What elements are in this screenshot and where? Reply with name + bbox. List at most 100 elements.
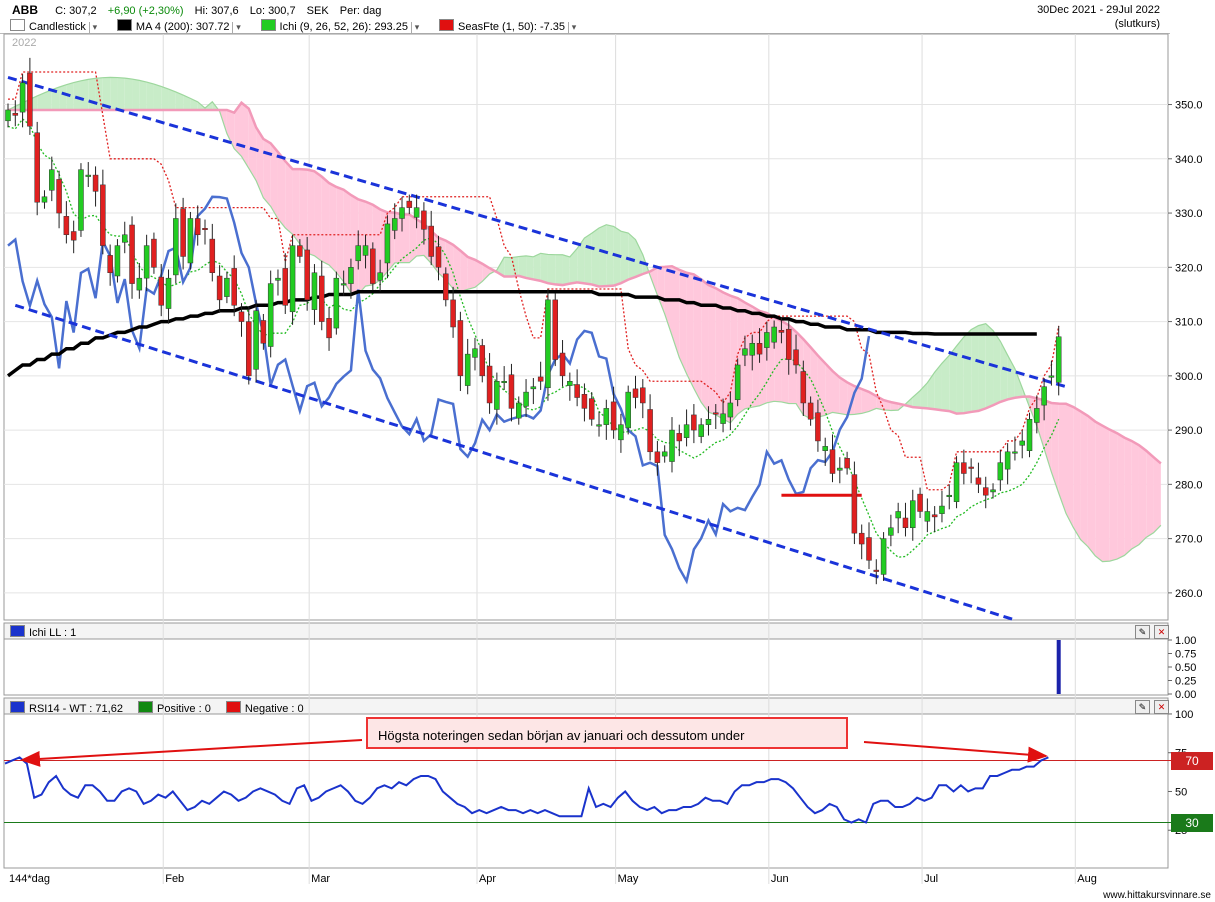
x-tick-label: Jun [771,873,789,885]
candle-body [457,320,464,377]
stock-chart[interactable]: 144*dag Feb Mar Apr May Jun Jul Aug 2022 260.0 270… [0,0,1215,902]
candle-body [319,275,325,322]
candle-body [844,458,850,469]
x-tick-label: May [618,873,639,885]
candle-body [713,412,719,415]
legend-swatch [138,701,154,713]
cloud-segment [584,233,592,285]
wrench-icon[interactable]: ✎ [1135,700,1150,714]
candle-body [1034,408,1040,423]
legend-swatch [225,701,241,713]
cloud-segment [817,355,826,418]
candle-body [953,462,960,502]
close-icon[interactable]: ✕ [1154,700,1169,714]
candle-body [443,273,449,301]
candle-body [19,82,26,113]
candle-body [289,245,296,313]
candle-body [632,388,639,398]
candle-body [501,381,507,384]
candle-body [1019,440,1025,446]
candle-body [216,275,223,301]
cloud-segment [504,257,512,277]
candle-body [764,332,770,348]
candle-body [931,514,938,518]
cloud-segment [110,77,118,110]
candle-body [5,109,11,122]
cloud-segment [1138,445,1147,545]
candle-body [669,429,675,462]
cloud-segment [978,323,986,411]
cloud-segment [153,84,162,110]
close-icon[interactable]: ✕ [1154,625,1169,639]
candle-body [70,231,77,241]
candle-body [530,386,537,390]
cloud-segment [759,310,767,406]
candle-body [640,387,646,404]
cloud-segment [1131,440,1139,550]
candle-body [982,487,989,496]
candle-body [428,225,434,257]
rsi-level-70-tag: 70 [1171,752,1213,770]
cloud-segment [73,80,81,110]
candle-body [1026,418,1033,451]
legend-swatch [10,701,25,713]
y-tick-label: 270.0 [1175,534,1203,546]
candle-body [173,218,179,276]
rsi-pane-title: RSI14 - WT : 71,62 Positive : 0 Negative… [10,701,304,715]
candle-body [260,320,267,344]
candle-body [267,283,274,347]
candle-body [202,227,208,230]
cloud-segment [941,355,950,412]
cloud-segment [963,329,972,414]
y-tick-label: 300.0 [1175,371,1203,383]
y-tick-label: 1.00 [1175,635,1196,647]
candle-body [304,249,310,301]
candle-body [793,349,799,366]
ichi-ll-bar [1056,640,1061,694]
cloud-segment [117,77,125,110]
candle-body [209,238,216,273]
cloud-segment [307,169,315,256]
candle-body [114,245,121,277]
ichi-ll-pane-title: Ichi LL : 1 [10,625,76,639]
rsi-level-30-tag: 30 [1171,814,1213,832]
cloud-segment [1124,437,1132,556]
candle-body [435,246,442,268]
candle-body [377,272,383,281]
candle-body [822,446,828,451]
candle-body [450,299,456,328]
cloud-segment [540,253,548,284]
candle-body [231,268,237,306]
candle-body [858,532,865,545]
year-label: 2022 [12,37,36,49]
cloud-segment [555,254,563,286]
candle-body [238,311,245,322]
y-tick-label: 330.0 [1175,208,1203,220]
wrench-icon[interactable]: ✎ [1135,625,1150,639]
cloud-segment [161,86,169,110]
candle-body [107,255,113,273]
y-tick-label: 280.0 [1175,479,1203,491]
candle-body [63,216,70,236]
candle-body [727,402,734,418]
x-tick-label: Aug [1077,873,1097,885]
candle-body [100,184,106,246]
cloud-segment [146,82,154,110]
cloud-segment [263,138,271,207]
candle-body [625,391,631,429]
cloud-segment [701,279,709,413]
candle-body [559,352,566,377]
y-tick-label: 100 [1175,709,1193,721]
candle-body [567,381,573,386]
candle-body [756,343,763,355]
candle-body [472,348,478,358]
candle-body [78,169,84,231]
cloud-segment [402,214,410,263]
cloud-segment [949,346,957,414]
candle-body [588,398,595,420]
main-pane-frame [3,33,1169,621]
cloud-segment [277,152,286,228]
y-tick-label: 320.0 [1175,262,1203,274]
candle-body [165,277,172,309]
candle-body [647,409,653,453]
